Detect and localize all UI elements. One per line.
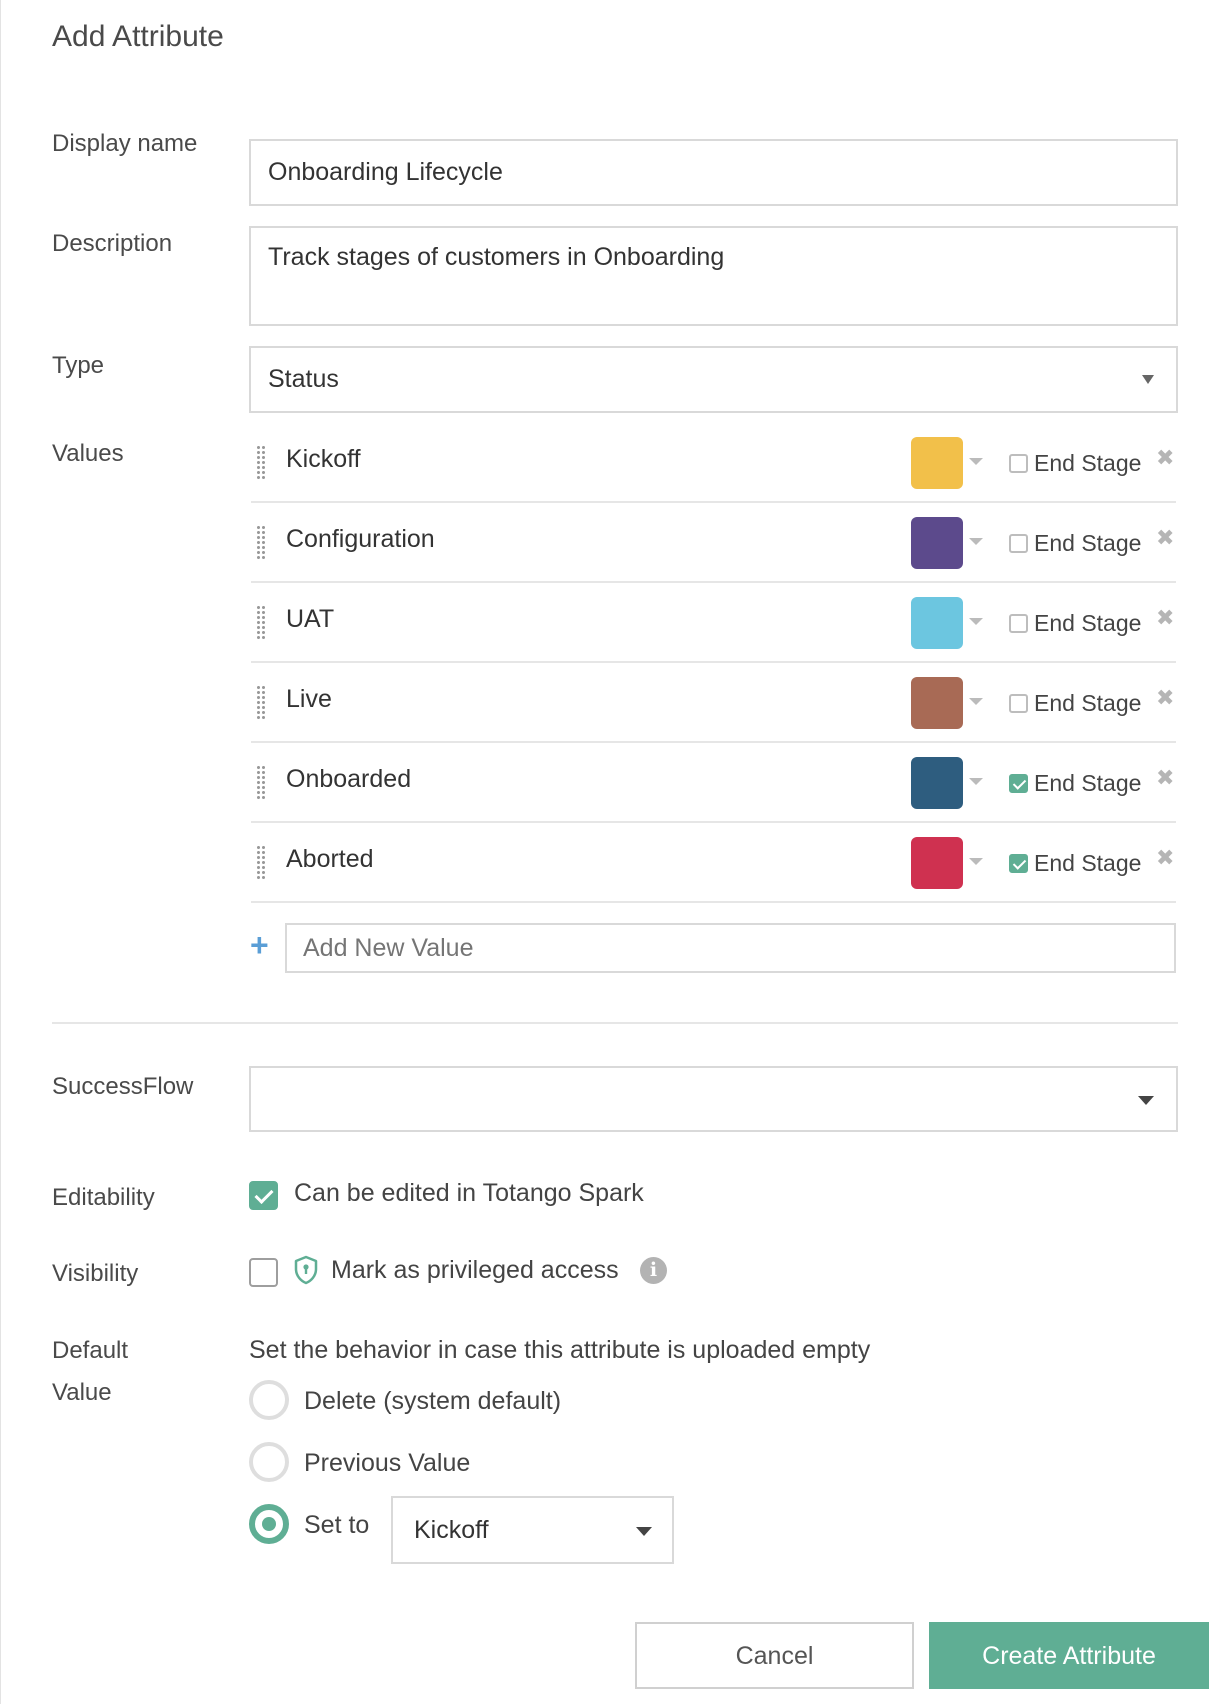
- end-stage-checkbox[interactable]: [1009, 614, 1028, 633]
- display-name-input[interactable]: Onboarding Lifecycle: [249, 139, 1178, 206]
- color-dropdown-caret-icon[interactable]: [969, 778, 983, 785]
- value-row: Onboarded End Stage ✖: [251, 743, 1176, 823]
- chevron-down-icon: [1138, 1096, 1154, 1105]
- color-swatch[interactable]: [911, 597, 963, 649]
- value-name[interactable]: Onboarded: [286, 765, 411, 794]
- description-label: Description: [52, 230, 173, 257]
- cancel-button[interactable]: Cancel: [635, 1622, 914, 1689]
- color-swatch[interactable]: [911, 837, 963, 889]
- description-textarea[interactable]: Track stages of customers in Onboarding: [249, 226, 1178, 326]
- end-stage-label: End Stage: [1034, 530, 1142, 556]
- successflow-label: SuccessFlow: [52, 1073, 194, 1100]
- color-dropdown-caret-icon[interactable]: [969, 618, 983, 625]
- editability-checkbox-label: Can be edited in Totango Spark: [294, 1179, 644, 1207]
- value-name[interactable]: Configuration: [286, 525, 435, 554]
- color-dropdown-caret-icon[interactable]: [969, 858, 983, 865]
- value-row: Kickoff End Stage ✖: [251, 423, 1176, 503]
- color-dropdown-caret-icon[interactable]: [969, 538, 983, 545]
- display-name-label: Display name: [52, 130, 198, 157]
- drag-handle-icon[interactable]: [256, 445, 266, 479]
- remove-value-icon[interactable]: ✖: [1156, 525, 1174, 551]
- value-name[interactable]: UAT: [286, 605, 334, 634]
- end-stage-checkbox[interactable]: [1009, 854, 1028, 873]
- values-label: Values: [52, 440, 124, 467]
- radio-set-to[interactable]: [249, 1504, 289, 1544]
- radio-set-to-label: Set to: [304, 1511, 370, 1539]
- type-select[interactable]: Status: [249, 346, 1178, 413]
- drag-handle-icon[interactable]: [256, 605, 266, 639]
- value-name[interactable]: Aborted: [286, 845, 374, 874]
- value-name[interactable]: Live: [286, 685, 332, 714]
- end-stage-label: End Stage: [1034, 770, 1142, 796]
- chevron-down-icon: [1142, 375, 1154, 384]
- radio-previous-value-label: Previous Value: [304, 1449, 471, 1477]
- shield-icon: [294, 1255, 318, 1285]
- remove-value-icon[interactable]: ✖: [1156, 845, 1174, 871]
- editability-label: Editability: [52, 1184, 155, 1211]
- end-stage-checkbox[interactable]: [1009, 774, 1028, 793]
- end-stage-label: End Stage: [1034, 450, 1142, 476]
- set-to-select[interactable]: Kickoff: [391, 1496, 674, 1564]
- end-stage-label: End Stage: [1034, 610, 1142, 636]
- color-swatch[interactable]: [911, 437, 963, 489]
- value-row: Live End Stage ✖: [251, 663, 1176, 743]
- successflow-select[interactable]: [249, 1066, 1178, 1132]
- value-row: Configuration End Stage ✖: [251, 503, 1176, 583]
- end-stage-checkbox[interactable]: [1009, 694, 1028, 713]
- radio-delete-label: Delete (system default): [304, 1387, 562, 1415]
- value-row: UAT End Stage ✖: [251, 583, 1176, 663]
- value-name[interactable]: Kickoff: [286, 445, 361, 474]
- visibility-label: Visibility: [52, 1260, 139, 1287]
- type-select-value: Status: [268, 365, 339, 393]
- editability-checkbox[interactable]: [249, 1181, 278, 1210]
- end-stage-checkbox[interactable]: [1009, 534, 1028, 553]
- end-stage-label: End Stage: [1034, 850, 1142, 876]
- default-value-label-line2: Value: [52, 1379, 112, 1406]
- remove-value-icon[interactable]: ✖: [1156, 605, 1174, 631]
- remove-value-icon[interactable]: ✖: [1156, 765, 1174, 791]
- type-label: Type: [52, 352, 105, 379]
- add-attribute-dialog: Add Attribute Display name Onboarding Li…: [0, 0, 1226, 1704]
- end-stage-checkbox[interactable]: [1009, 454, 1028, 473]
- add-new-value-input[interactable]: [285, 923, 1176, 973]
- value-row: Aborted End Stage ✖: [251, 823, 1176, 903]
- color-swatch[interactable]: [911, 677, 963, 729]
- set-to-select-value: Kickoff: [414, 1516, 489, 1544]
- radio-previous-value[interactable]: [249, 1442, 289, 1482]
- privileged-access-checkbox[interactable]: [249, 1258, 278, 1287]
- drag-handle-icon[interactable]: [256, 685, 266, 719]
- color-dropdown-caret-icon[interactable]: [969, 698, 983, 705]
- create-attribute-button[interactable]: Create Attribute: [929, 1622, 1209, 1689]
- end-stage-label: End Stage: [1034, 690, 1142, 716]
- color-dropdown-caret-icon[interactable]: [969, 458, 983, 465]
- plus-icon[interactable]: +: [250, 929, 269, 961]
- color-swatch[interactable]: [911, 517, 963, 569]
- drag-handle-icon[interactable]: [256, 525, 266, 559]
- privileged-access-label: Mark as privileged access: [331, 1256, 619, 1284]
- section-divider: [52, 1022, 1178, 1024]
- remove-value-icon[interactable]: ✖: [1156, 445, 1174, 471]
- info-icon[interactable]: i: [640, 1257, 667, 1284]
- drag-handle-icon[interactable]: [256, 765, 266, 799]
- dialog-title: Add Attribute: [52, 20, 224, 53]
- chevron-down-icon: [636, 1527, 652, 1536]
- drag-handle-icon[interactable]: [256, 845, 266, 879]
- default-value-label-line1: Default: [52, 1337, 129, 1364]
- color-swatch[interactable]: [911, 757, 963, 809]
- radio-delete-system-default[interactable]: [249, 1380, 289, 1420]
- default-value-hint: Set the behavior in case this attribute …: [249, 1336, 871, 1364]
- remove-value-icon[interactable]: ✖: [1156, 685, 1174, 711]
